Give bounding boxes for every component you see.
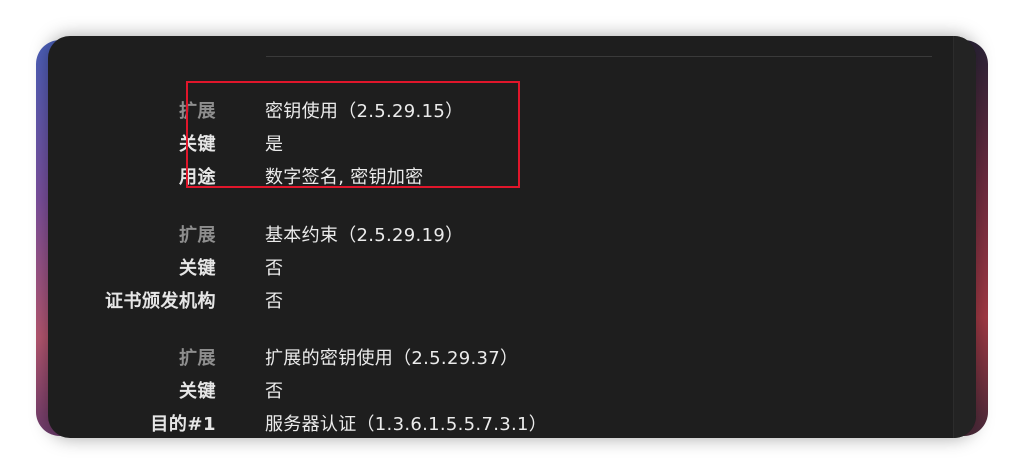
- detail-row: 目的#1 服务器认证（1.3.6.1.5.5.7.3.1）: [48, 405, 948, 438]
- detail-row: 扩展 扩展的密钥使用（2.5.29.37）: [48, 339, 948, 372]
- row-label: 关键: [179, 258, 216, 279]
- row-value: 基本约束（2.5.29.19）: [265, 225, 464, 246]
- row-value: 服务器认证（1.3.6.1.5.5.7.3.1）: [265, 414, 548, 435]
- extension-basic-constraints: 扩展 基本约束（2.5.29.19） 关键 否 证书颁发机构 否: [48, 216, 948, 315]
- highlight-annotation-box: [186, 81, 520, 188]
- certificate-details-window[interactable]: 扩展 密钥使用（2.5.29.15） 关键 是 用途 数字签名, 密钥加密 扩展…: [48, 36, 976, 438]
- row-value: 否: [265, 381, 284, 402]
- detail-row: 关键 否: [48, 372, 948, 405]
- row-label: 证书颁发机构: [105, 291, 216, 312]
- section-divider: [266, 56, 932, 57]
- row-label: 扩展: [179, 225, 216, 246]
- detail-row: 证书颁发机构 否: [48, 282, 948, 315]
- row-value: 否: [265, 291, 284, 312]
- row-label: 扩展: [179, 348, 216, 369]
- row-value: 扩展的密钥使用（2.5.29.37）: [265, 348, 519, 369]
- detail-row: 扩展 基本约束（2.5.29.19）: [48, 216, 948, 249]
- row-value: 否: [265, 258, 284, 279]
- row-label: 关键: [179, 381, 216, 402]
- screenshot-stage: 扩展 密钥使用（2.5.29.15） 关键 是 用途 数字签名, 密钥加密 扩展…: [0, 0, 1024, 474]
- row-label: 目的#1: [150, 414, 216, 435]
- extension-extended-key-usage: 扩展 扩展的密钥使用（2.5.29.37） 关键 否 目的#1 服务器认证（1.…: [48, 339, 948, 438]
- detail-row: 关键 否: [48, 249, 948, 282]
- scrollbar-track[interactable]: [953, 36, 976, 438]
